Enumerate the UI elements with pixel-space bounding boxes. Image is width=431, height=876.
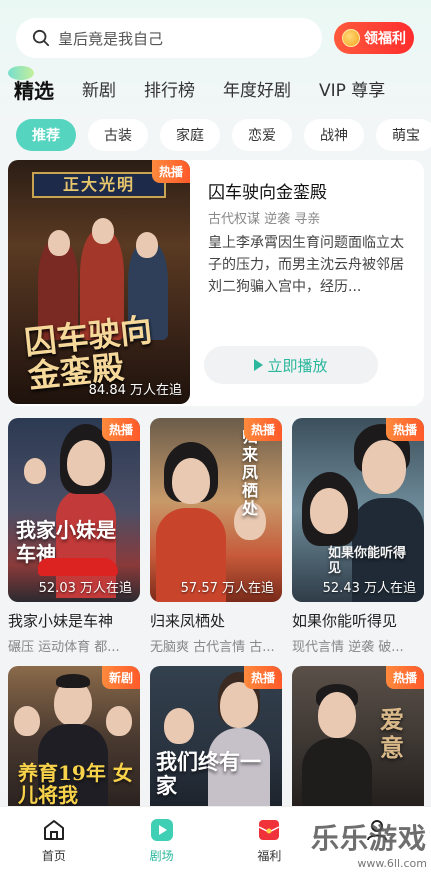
nav-welfare[interactable]: 福利: [216, 807, 324, 876]
play-icon: [254, 359, 264, 371]
hot-badge: 热播: [151, 160, 190, 183]
tab-featured[interactable]: 精选: [8, 66, 54, 104]
watermark-main: 乐乐游戏: [310, 822, 427, 855]
poster-face: [14, 706, 40, 736]
tab-vip[interactable]: VIP 尊享: [319, 78, 385, 104]
poster-face: [310, 488, 348, 534]
hot-badge: 热播: [243, 666, 282, 689]
chip-cute-baby[interactable]: 萌宝: [376, 119, 431, 151]
drama-title[interactable]: 我家小妹是车神: [8, 610, 113, 631]
search-placeholder: 皇后竟是我自己: [58, 29, 164, 48]
views-count: 52.43 万人在追: [322, 581, 416, 596]
drama-tags: 现代言情 逆袭 破...: [292, 640, 404, 655]
poster-figure: [302, 738, 372, 808]
drama-poster[interactable]: 爱意 热播: [292, 666, 424, 808]
drama-poster[interactable]: 我们终有一家 热播: [150, 666, 282, 808]
watermark-url: www.6ll.com: [357, 857, 427, 870]
poster-hair: [56, 674, 90, 688]
poster-sign: 正大光明: [32, 172, 166, 198]
hot-badge: 热播: [385, 418, 424, 441]
featured-tags: 古代权谋 逆袭 寻亲: [208, 212, 321, 227]
nav-label: 首页: [41, 849, 66, 863]
tab-new-drama[interactable]: 新剧: [82, 78, 116, 104]
watermark: 乐乐游戏 www.6ll.com: [311, 817, 427, 870]
drama-tags: 无脑爽 古代言情 古...: [150, 640, 275, 655]
poster-title-art: 归来凤栖处: [242, 428, 259, 518]
search-row: 皇后竟是我自己 领福利: [16, 18, 415, 58]
featured-description: 皇上李承霄因生育问题面临立太子的压力，而男主沈云舟被邻居刘二狗骗入宫中，经历..…: [208, 235, 404, 295]
nav-label: 剧场: [149, 849, 174, 863]
drama-poster[interactable]: 如果你能听得见 热播 52.43 万人在追: [292, 418, 424, 602]
chip-recommend[interactable]: 推荐: [16, 119, 76, 151]
drama-poster[interactable]: 归来凤栖处 热播 57.57 万人在追: [150, 418, 282, 602]
new-badge: 新剧: [101, 666, 140, 689]
poster-car: [38, 558, 118, 576]
nav-theater[interactable]: 剧场: [108, 807, 216, 876]
featured-drama-card[interactable]: 正大光明 囚车驶向金銮殿 热播 84.84 万人在追 囚车驶向金銮殿 古代权谋 …: [8, 160, 424, 406]
welfare-button[interactable]: 领福利: [334, 22, 414, 54]
drama-title[interactable]: 归来凤栖处: [150, 610, 225, 631]
poster-title-art: 如果你能听得见: [328, 546, 407, 576]
chip-costume[interactable]: 古装: [88, 119, 148, 151]
drama-title[interactable]: 如果你能听得见: [292, 610, 397, 631]
tab-ranking[interactable]: 排行榜: [144, 78, 195, 104]
poster-face: [164, 708, 194, 744]
category-chips: 推荐 古装 家庭 恋爱 战神 萌宝: [16, 119, 431, 151]
drama-poster[interactable]: 我家小妹是车神 热播 52.03 万人在追: [8, 418, 140, 602]
hot-badge: 热播: [243, 418, 282, 441]
nav-label: 福利: [257, 849, 282, 863]
chip-romance[interactable]: 恋爱: [232, 119, 292, 151]
drama-poster[interactable]: 养育19年 女儿将我 新剧: [8, 666, 140, 808]
nav-home[interactable]: 首页: [0, 807, 108, 876]
views-count: 52.03 万人在追: [38, 581, 132, 596]
poster-title-art: 我们终有一家: [156, 749, 261, 798]
welfare-label: 领福利: [364, 31, 406, 47]
poster-face: [362, 440, 406, 494]
hot-badge: 热播: [385, 666, 424, 689]
poster-face: [24, 458, 46, 484]
featured-poster[interactable]: 正大光明 囚车驶向金銮殿 热播 84.84 万人在追: [8, 160, 190, 404]
play-now-button[interactable]: 立即播放: [204, 346, 378, 384]
top-tabs: 精选 新剧 排行榜 年度好剧 VIP 尊享: [8, 66, 421, 104]
views-count: 57.57 万人在追: [180, 581, 274, 596]
drama-tags: 碾压 运动体育 都...: [8, 640, 120, 655]
poster-face: [48, 230, 70, 256]
chip-family[interactable]: 家庭: [160, 119, 220, 151]
search-input[interactable]: 皇后竟是我自己: [16, 18, 322, 58]
poster-face: [106, 706, 132, 736]
tab-annual-best[interactable]: 年度好剧: [223, 78, 291, 104]
theater-play-icon: [150, 819, 173, 841]
poster-face: [92, 218, 114, 244]
search-icon: [32, 29, 50, 47]
poster-title-art: 爱意: [380, 705, 404, 762]
chip-war-god[interactable]: 战神: [304, 119, 364, 151]
gift-envelope-icon: [259, 820, 280, 840]
poster-face: [318, 692, 356, 738]
poster-face: [67, 440, 105, 486]
coin-icon: [342, 29, 360, 47]
home-icon: [43, 820, 64, 840]
poster-title-art: 养育19年 女儿将我: [18, 761, 133, 807]
poster-face: [172, 458, 210, 504]
play-now-label: 立即播放: [267, 356, 328, 375]
featured-title[interactable]: 囚车驶向金銮殿: [208, 178, 327, 203]
poster-face: [136, 232, 158, 258]
hot-badge: 热播: [101, 418, 140, 441]
views-count: 84.84 万人在追: [88, 383, 182, 398]
